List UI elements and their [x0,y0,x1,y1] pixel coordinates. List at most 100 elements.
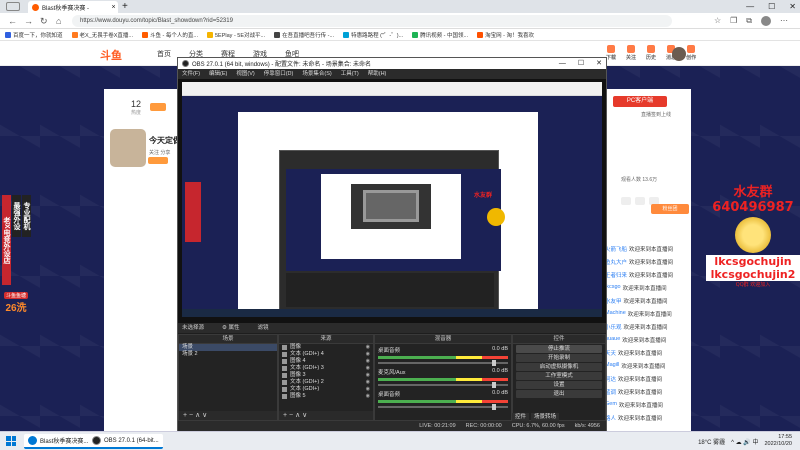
browser-tab-active[interactable]: Blast秋季赛决赛 - × [28,1,118,13]
clock[interactable]: 17:55 2022/10/20 [764,434,792,448]
tab-controls[interactable]: 控件 [512,413,530,421]
minimize-button[interactable]: — [746,0,754,13]
source-item[interactable]: 文本 (GDI+) ◉ [279,386,373,393]
header-action[interactable]: 关注 [626,45,636,61]
bookmark-item[interactable]: 百度一下，你就知道 [5,31,63,39]
url-input[interactable]: https://www.douyu.com/topic/Blast_showdo… [72,15,672,27]
tray-icons[interactable]: ^ ☁ 🔊 中 [731,437,758,446]
chat-username[interactable]: lkcsgo [605,284,621,293]
chat-username[interactable]: huaue [605,336,620,345]
start-recording-button[interactable]: 开始录制 [516,354,602,362]
start-button-icon[interactable] [6,436,16,446]
sources-footer[interactable]: + − ∧ ∨ [279,411,373,420]
taskbar-obs[interactable]: OBS 27.0.1 (64-bit... [88,434,163,449]
profile-avatar[interactable] [761,16,771,26]
virtual-camera-button[interactable]: 启动虚拟摄像机 [516,363,602,371]
filters-button[interactable]: 滤镜 [257,323,268,333]
extensions-icon[interactable]: ⧉ [746,15,752,27]
bookmark-item[interactable]: 老X_无畏手卷X直播... [71,31,133,39]
refresh-icon[interactable]: ↻ [40,15,48,27]
obs-minimize-button[interactable]: — [559,58,566,69]
bookmark-item[interactable]: 特惠路路程 ("゜-゜)... [343,31,403,39]
favorite-star-icon[interactable]: ☆ [714,15,721,27]
chat-tool-icon[interactable] [621,197,631,205]
volume-slider[interactable] [378,360,508,366]
visibility-eye-icon[interactable]: ◉ [366,372,370,379]
room-meta[interactable]: 关注 分享 [149,149,170,156]
chat-username[interactable]: 水友甲 [605,297,622,306]
fan-club-button[interactable]: 粉丝团 [651,204,689,214]
obs-maximize-button[interactable]: ☐ [578,58,584,69]
obs-menu-item[interactable]: 视图(V) [236,69,254,79]
header-action[interactable]: 创作 [686,45,696,61]
new-tab-button[interactable]: + [122,1,128,12]
obs-menu-item[interactable]: 帮助(H) [368,69,387,79]
volume-slider-knob[interactable] [492,382,497,388]
back-icon[interactable]: ← [8,15,17,27]
bookmark-item[interactable]: 斗鱼 - 每个人的直... [142,31,198,39]
home-icon[interactable]: ⌂ [56,15,61,27]
obs-preview[interactable]: 水友群 [178,79,606,323]
header-action[interactable]: 历史 [646,45,656,61]
scenes-footer[interactable]: + − ∧ ∨ [179,411,277,420]
pc-client-button[interactable]: PC客户端 [613,96,667,107]
visibility-eye-icon[interactable]: ◉ [366,386,370,393]
visibility-eye-icon[interactable]: ◉ [366,379,370,386]
source-item[interactable]: 图像 ◉ [279,344,373,351]
douyu-logo[interactable]: 斗鱼 [100,47,122,63]
source-item[interactable]: 文本 (GDI+) 2 ◉ [279,379,373,386]
scene-item[interactable]: 场景 [179,344,277,351]
obs-menu-item[interactable]: 停靠窗口(D) [264,69,294,79]
studio-mode-button[interactable]: 工作室模式 [516,372,602,380]
source-item[interactable]: 文本 (GDI+) 4 ◉ [279,351,373,358]
collections-icon[interactable]: ❐ [730,15,737,27]
visibility-eye-icon[interactable]: ◉ [366,358,370,365]
chat-username[interactable]: Machine [605,310,626,319]
scene-item[interactable]: 场景 2 [179,351,277,358]
source-item[interactable]: 文本 (GDI+) 3 ◉ [279,365,373,372]
bookmark-item[interactable]: 5EPlay - 5E对战平... [206,31,265,39]
stop-stream-button[interactable]: 停止推流 [516,345,602,353]
weather[interactable]: 18°C 雾霾 [698,437,725,446]
settings-button[interactable]: 设置 [516,381,602,389]
forward-icon[interactable]: → [24,15,33,27]
source-item[interactable]: 图像 4 ◉ [279,358,373,365]
header-action[interactable]: 下载 [606,45,616,61]
tab-actions-icon[interactable] [6,2,20,11]
obs-menu-item[interactable]: 场景集合(S) [302,69,331,79]
user-avatar[interactable] [672,47,686,61]
close-button[interactable]: ✕ [789,0,796,13]
volume-slider-knob[interactable] [492,360,497,366]
sidebar-ad[interactable]: 老X电竞外设店 最强外设 专业配机 斗鱼鱼塘 26洗 [0,189,32,319]
bookmark-item[interactable]: 淘宝网 - 淘！我喜欢 [477,31,534,39]
visibility-eye-icon[interactable]: ◉ [366,351,370,358]
volume-slider-knob[interactable] [492,404,497,410]
source-item[interactable]: 图像 5 ◉ [279,393,373,400]
properties-button[interactable]: ⚙ 属性 [222,323,239,333]
more-menu-icon[interactable]: ⋯ [780,15,788,27]
volume-slider[interactable] [378,404,508,410]
visibility-eye-icon[interactable]: ◉ [366,344,370,351]
chat-tool-icon[interactable] [635,197,645,205]
tab-transitions[interactable]: 场景转场 [531,413,560,421]
chat-username[interactable]: 鱼丸大户 [605,258,627,267]
follow-badge[interactable] [148,157,168,164]
visibility-eye-icon[interactable]: ◉ [366,393,370,400]
chat-username[interactable]: Magill [605,362,619,371]
volume-slider[interactable] [378,382,508,388]
obs-close-button[interactable]: ✕ [596,58,602,69]
chat-username[interactable]: 王者归来 [605,271,627,280]
nav-item[interactable]: 首页 [157,49,171,59]
obs-menu-item[interactable]: 编辑(E) [209,69,227,79]
obs-menu-item[interactable]: 工具(T) [341,69,359,79]
source-item[interactable]: 图像 3 ◉ [279,372,373,379]
tab-close-icon[interactable]: × [109,4,118,11]
obs-menu-item[interactable]: 文件(F) [182,69,200,79]
taskbar-browser[interactable]: Blast秋季赛决赛... [24,434,93,449]
visibility-eye-icon[interactable]: ◉ [366,365,370,372]
chat-username[interactable]: 小乐观 [605,323,622,332]
streamer-avatar[interactable] [110,129,146,167]
exit-button[interactable]: 退出 [516,390,602,398]
bookmark-item[interactable]: 腾讯视频 - 中国领... [412,31,468,39]
maximize-button[interactable]: ☐ [768,0,775,13]
